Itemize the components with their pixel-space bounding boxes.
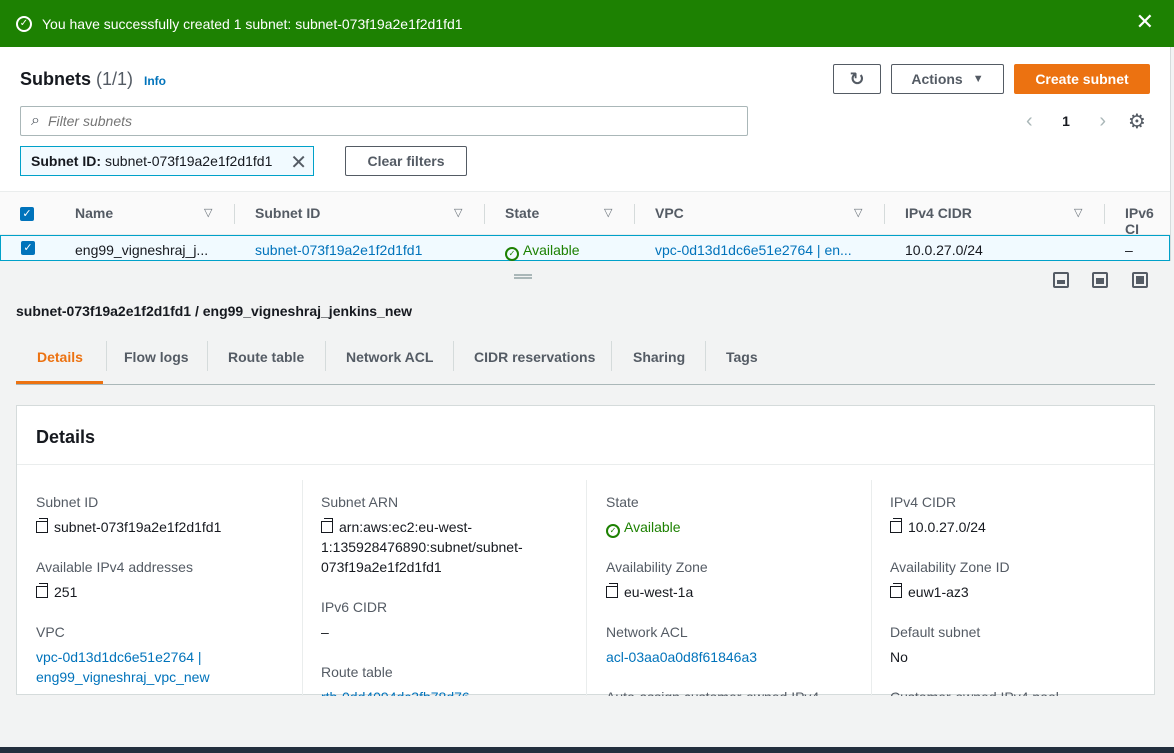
vpc-link[interactable]: vpc-0d13d1dc6e51e2764 | eng99_vigneshraj_… <box>36 647 210 687</box>
next-page-icon[interactable]: › <box>1099 110 1106 133</box>
prev-page-icon[interactable]: ‹ <box>1026 110 1033 133</box>
page-number[interactable]: 1 <box>1062 113 1070 129</box>
split-bottom-icon[interactable] <box>1053 272 1069 288</box>
copy-icon[interactable] <box>890 583 902 598</box>
actions-button[interactable]: Actions ▼ <box>891 64 1004 94</box>
state-value: ✓ Available <box>606 517 681 538</box>
resize-handle[interactable] <box>514 274 532 279</box>
select-all-checkbox[interactable]: ✓ <box>20 207 34 221</box>
panel-title: Details <box>36 427 96 447</box>
tab-cidr-reservations[interactable]: CIDR reservations <box>474 349 595 365</box>
footer-bar <box>0 747 1174 753</box>
close-icon[interactable]: ✕ <box>1136 10 1154 34</box>
col-state[interactable]: State <box>505 205 539 221</box>
copy-icon[interactable] <box>606 583 618 598</box>
tab-sharing[interactable]: Sharing <box>633 349 685 365</box>
copy-icon[interactable] <box>321 518 333 533</box>
ipv4-cidr-value: 10.0.27.0/24 <box>890 517 986 537</box>
col-ipv6-cidr[interactable]: IPv6 CI <box>1125 205 1170 237</box>
sort-icon[interactable]: ▽ <box>854 206 862 219</box>
row-checkbox[interactable]: ✓ <box>21 241 35 255</box>
split-side-icon[interactable] <box>1092 272 1108 288</box>
col-ipv4-cidr[interactable]: IPv4 CIDR <box>905 205 972 221</box>
default-subnet-value: No <box>890 649 908 665</box>
check-circle-icon: ✓ <box>505 247 519 261</box>
ipv6-cidr-value: – <box>321 624 329 640</box>
cell-ipv4-cidr: 10.0.27.0/24 <box>905 242 983 258</box>
subnet-id-value: subnet-073f19a2e1f2d1fd1 <box>36 517 221 537</box>
col-subnet-id[interactable]: Subnet ID <box>255 205 320 221</box>
refresh-icon: ↻ <box>849 68 865 89</box>
details-column-2: Subnet ARN arn:aws:ec2:eu-west- 1:135928… <box>321 480 586 696</box>
info-link[interactable]: Info <box>144 74 166 88</box>
success-banner: ✓ You have successfully created 1 subnet… <box>0 0 1174 47</box>
detail-heading: subnet-073f19a2e1f2d1fd1 / eng99_vignesh… <box>16 303 413 319</box>
banner-message: You have successfully created 1 subnet: … <box>42 15 463 32</box>
filter-token: Subnet ID: subnet-073f19a2e1f2d1fd1 ✕ <box>20 146 314 176</box>
page-title: Subnets (1/1) <box>20 69 134 89</box>
details-column-1: Subnet ID subnet-073f19a2e1f2d1fd1 Avail… <box>36 494 222 687</box>
table-row[interactable]: ✓ eng99_vigneshraj_j... subnet-073f19a2e… <box>0 235 1170 261</box>
tab-network-acl[interactable]: Network ACL <box>346 349 433 365</box>
details-column-4: IPv4 CIDR 10.0.27.0/24 Availability Zone… <box>890 494 1059 696</box>
pagination: ‹ 1 › <box>1026 109 1106 133</box>
copy-icon[interactable] <box>36 518 48 533</box>
details-panel: Details Subnet ID subnet-073f19a2e1f2d1f… <box>16 405 1155 696</box>
tab-tags[interactable]: Tags <box>726 349 758 365</box>
search-icon: ⌕ <box>31 112 40 129</box>
search-input[interactable] <box>47 113 698 129</box>
check-circle-icon: ✓ <box>16 15 32 32</box>
network-acl-link[interactable]: acl-03aa0a0d8f61846a3 <box>606 647 757 667</box>
cell-name: eng99_vigneshraj_j... <box>75 242 209 258</box>
col-vpc[interactable]: VPC <box>655 205 684 221</box>
copy-icon[interactable] <box>890 518 902 533</box>
sort-icon[interactable]: ▽ <box>1074 206 1082 219</box>
tab-route-table[interactable]: Route table <box>228 349 304 365</box>
route-table-link[interactable]: rtb-0dd4094dc3fb78d76 <box>321 687 470 696</box>
cell-state: ✓ Available <box>505 242 580 261</box>
available-ipv4-value: 251 <box>36 582 77 602</box>
cell-vpc[interactable]: vpc-0d13d1dc6e51e2764 | en... <box>655 242 852 258</box>
az-value: eu-west-1a <box>606 582 693 602</box>
active-tab-indicator <box>16 381 103 384</box>
az-id-value: euw1-az3 <box>890 582 969 602</box>
gear-icon[interactable]: ⚙ <box>1128 109 1146 134</box>
tab-details[interactable]: Details <box>37 349 83 365</box>
details-column-3: State ✓ Available Availability Zone eu-we… <box>606 494 819 696</box>
sort-icon[interactable]: ▽ <box>604 206 612 219</box>
refresh-button[interactable]: ↻ <box>833 64 881 94</box>
cell-subnet-id[interactable]: subnet-073f19a2e1f2d1fd1 <box>255 242 422 258</box>
subnet-arn-value: arn:aws:ec2:eu-west- 1:135928476890:subn… <box>321 518 523 575</box>
clear-filters-button[interactable]: Clear filters <box>345 146 467 176</box>
remove-filter-icon[interactable]: ✕ <box>290 150 307 175</box>
create-subnet-button[interactable]: Create subnet <box>1014 64 1150 94</box>
col-name[interactable]: Name <box>75 205 113 221</box>
copy-icon[interactable] <box>36 583 48 598</box>
sort-icon[interactable]: ▽ <box>454 206 462 219</box>
split-full-icon[interactable] <box>1132 272 1148 288</box>
caret-down-icon: ▼ <box>972 73 984 85</box>
filter-box[interactable]: ⌕ <box>20 106 748 136</box>
detail-tabs: Details Flow logs Route table Network AC… <box>16 340 1155 385</box>
tab-flow-logs[interactable]: Flow logs <box>124 349 189 365</box>
cell-ipv6-cidr: – <box>1125 242 1133 258</box>
sort-icon[interactable]: ▽ <box>204 206 212 219</box>
subnets-table-container: Subnets (1/1) Info ↻ Actions ▼ Create sub… <box>0 47 1171 261</box>
check-circle-icon: ✓ <box>606 524 620 538</box>
table-header: ✓ Name ▽ Subnet ID ▽ State ▽ VPC ▽ IPv4 … <box>0 191 1170 237</box>
